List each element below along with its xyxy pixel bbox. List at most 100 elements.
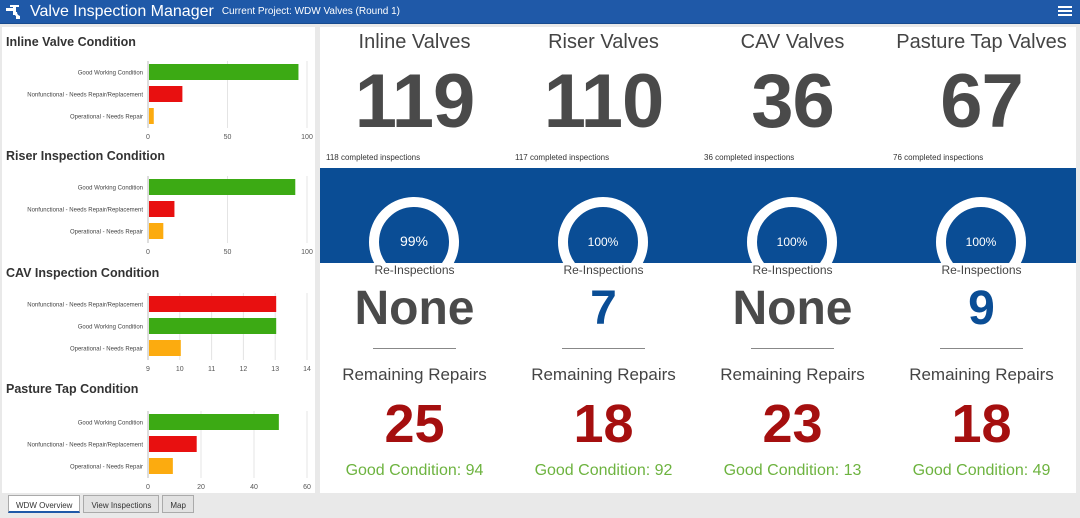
condition-charts-panel: Inline Valve Condition 0 50 100 Good Workin… bbox=[2, 27, 315, 493]
good-condition-count: Good Condition: 49 bbox=[912, 462, 1051, 479]
category-label: Operational - Needs Repair bbox=[70, 115, 143, 121]
tick-label: 9 bbox=[146, 366, 150, 373]
category-label: Operational - Needs Repair bbox=[70, 230, 143, 236]
gauge-fill bbox=[558, 197, 648, 274]
divider bbox=[373, 348, 456, 349]
chart-title-pasture: Pasture Tap Condition bbox=[6, 382, 139, 396]
completed-inspections: 36 completed inspections bbox=[704, 153, 795, 162]
remaining-repairs-label: Remaining Repairs bbox=[342, 365, 487, 384]
bar[interactable] bbox=[149, 436, 197, 452]
reinspections-value: 9 bbox=[968, 282, 995, 335]
gauge-fill bbox=[747, 197, 837, 274]
cav-valves-column: CAV Valves 36 36 completed inspections 1… bbox=[698, 27, 887, 493]
tick-label: 50 bbox=[224, 134, 232, 141]
reinspections-value: None bbox=[354, 282, 475, 335]
tick-label: 20 bbox=[197, 484, 205, 491]
chart-title-cav: CAV Inspection Condition bbox=[6, 266, 160, 280]
valve-count: 36 bbox=[751, 59, 835, 144]
tick-label: 40 bbox=[250, 484, 258, 491]
completed-inspections: 76 completed inspections bbox=[893, 153, 984, 162]
tick-label: 100 bbox=[301, 134, 313, 141]
completed-inspections: 117 completed inspections bbox=[515, 153, 610, 162]
bar[interactable] bbox=[149, 108, 154, 124]
reinspections-label: Re-Inspections bbox=[941, 263, 1022, 277]
tick-label: 100 bbox=[301, 249, 313, 256]
divider bbox=[562, 348, 645, 349]
completion-gauge: 100% bbox=[887, 168, 1076, 274]
bar[interactable] bbox=[149, 86, 183, 102]
category-label: Nonfunctional - Needs Repair/Replacement bbox=[27, 93, 143, 99]
tab-map[interactable]: Map bbox=[162, 495, 194, 513]
tab-wdw-overview[interactable]: WDW Overview bbox=[8, 495, 81, 513]
bar[interactable] bbox=[149, 318, 277, 334]
bar[interactable] bbox=[149, 179, 296, 195]
remaining-repairs-label: Remaining Repairs bbox=[720, 365, 865, 384]
valve-count: 67 bbox=[940, 59, 1024, 144]
summary-panel: Inline Valves 119 118 completed inspecti… bbox=[320, 27, 1076, 493]
bar[interactable] bbox=[149, 340, 181, 356]
category-label: Good Working Condition bbox=[78, 71, 143, 77]
reinspections-label: Re-Inspections bbox=[563, 263, 644, 277]
tick-label: 14 bbox=[303, 366, 311, 373]
reinspections-value: 7 bbox=[590, 282, 617, 335]
category-label: Good Working Condition bbox=[78, 186, 143, 192]
chart-title-inline: Inline Valve Condition bbox=[6, 35, 136, 49]
tick-label: 0 bbox=[146, 484, 150, 491]
good-condition-count: Good Condition: 92 bbox=[534, 462, 673, 479]
column-title: CAV Valves bbox=[740, 31, 845, 53]
completion-gauge: 100% bbox=[698, 168, 887, 274]
gauge-label: 100% bbox=[966, 235, 997, 249]
bar[interactable] bbox=[149, 414, 279, 430]
remaining-repairs-label: Remaining Repairs bbox=[909, 365, 1054, 384]
tick-label: 0 bbox=[146, 249, 150, 256]
bar[interactable] bbox=[149, 458, 173, 474]
riser-valves-column: Riser Valves 110 117 completed inspectio… bbox=[509, 27, 698, 493]
remaining-repairs-value: 18 bbox=[951, 394, 1012, 454]
divider bbox=[940, 348, 1023, 349]
hamburger-menu-icon[interactable] bbox=[1058, 4, 1072, 18]
divider bbox=[751, 348, 834, 349]
reinspections-label: Re-Inspections bbox=[374, 263, 455, 277]
remaining-repairs-value: 23 bbox=[762, 394, 823, 454]
tick-label: 0 bbox=[146, 134, 150, 141]
remaining-repairs-value: 25 bbox=[384, 394, 445, 454]
valve-count: 110 bbox=[543, 59, 665, 144]
category-label: Good Working Condition bbox=[78, 325, 143, 331]
tick-label: 12 bbox=[240, 366, 248, 373]
column-title: Riser Valves bbox=[548, 31, 659, 53]
valve-count: 119 bbox=[354, 59, 476, 144]
reinspections-label: Re-Inspections bbox=[752, 263, 833, 277]
bar[interactable] bbox=[149, 201, 175, 217]
column-title: Inline Valves bbox=[358, 31, 471, 53]
bar[interactable] bbox=[149, 223, 164, 239]
bar[interactable] bbox=[149, 296, 277, 312]
chart-title-riser: Riser Inspection Condition bbox=[6, 149, 166, 163]
gauge-fill bbox=[936, 197, 1026, 274]
bar[interactable] bbox=[149, 64, 299, 80]
good-condition-count: Good Condition: 13 bbox=[723, 462, 862, 479]
gauge-label: 100% bbox=[777, 235, 808, 249]
category-label: Nonfunctional - Needs Repair/Replacement bbox=[27, 443, 143, 449]
completion-gauge: 100% bbox=[509, 168, 698, 274]
category-label: Operational - Needs Repair bbox=[70, 465, 143, 471]
category-label: Good Working Condition bbox=[78, 421, 143, 427]
remaining-repairs-label: Remaining Repairs bbox=[531, 365, 676, 384]
completed-inspections: 118 completed inspections bbox=[326, 153, 421, 162]
pasture-tap-valves-column: Pasture Tap Valves 67 76 completed inspe… bbox=[887, 27, 1076, 493]
tick-label: 11 bbox=[208, 366, 215, 373]
column-title: Pasture Tap Valves bbox=[896, 31, 1067, 53]
app-title: Valve Inspection Manager bbox=[30, 2, 214, 20]
pasture-condition-chart: 0 20 40 60 Good Working Condition Nonfunction… bbox=[27, 411, 311, 491]
tick-label: 50 bbox=[224, 249, 232, 256]
reinspections-value: None bbox=[732, 282, 853, 335]
gauge-label: 100% bbox=[588, 235, 619, 249]
app-header: Valve Inspection Manager Current Project… bbox=[0, 0, 1080, 24]
completion-gauge: 99% bbox=[320, 168, 509, 274]
tab-view-inspections[interactable]: View Inspections bbox=[83, 495, 160, 513]
category-label: Nonfunctional - Needs Repair/Replacement bbox=[27, 208, 143, 214]
tick-label: 60 bbox=[303, 484, 311, 491]
tick-label: 10 bbox=[176, 366, 184, 373]
category-label: Operational - Needs Repair bbox=[70, 347, 143, 353]
valve-logo-icon bbox=[3, 1, 25, 23]
inline-valves-column: Inline Valves 119 118 completed inspecti… bbox=[320, 27, 509, 493]
